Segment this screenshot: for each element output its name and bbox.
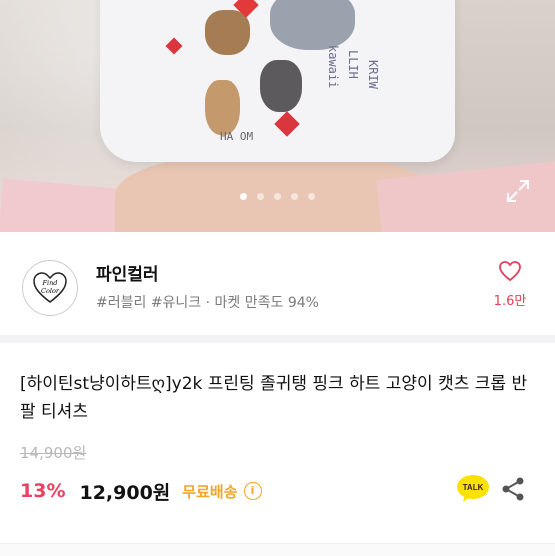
like-count: 1.6만 [493, 294, 527, 309]
print-heart-small [165, 37, 183, 55]
section-divider [0, 335, 555, 343]
carousel-indicator [0, 193, 555, 200]
heart-icon [499, 261, 521, 282]
carousel-dot-4[interactable] [291, 193, 298, 200]
info-icon[interactable]: i [243, 482, 262, 500]
store-logo[interactable]: Find Color [22, 260, 78, 316]
product-image-carousel[interactable]: kawaii LLIH KRIW HA OM [0, 0, 555, 232]
logo-text-line2: Color [41, 287, 60, 295]
carousel-dot-1[interactable] [240, 193, 247, 200]
sale-price: 12,900원 [79, 481, 171, 504]
price-row: 13% 12,900원 무료배송 i [20, 478, 262, 504]
carousel-dot-2[interactable] [257, 193, 264, 200]
print-text-3: KRIW [366, 60, 380, 89]
kakao-talk-button[interactable]: TALK [456, 474, 490, 504]
crop-tshirt-image: kawaii LLIH KRIW HA OM [100, 0, 455, 162]
logo-text-line1: Find [42, 279, 58, 287]
print-cat-gray [260, 60, 302, 112]
kakao-talk-icon: TALK [457, 475, 489, 502]
product-title: [하이틴st냥이하트ღ]y2k 프린팅 졸귀탱 핑크 하트 고양이 캣츠 크롭 … [20, 374, 528, 422]
carousel-dot-3[interactable] [274, 193, 281, 200]
carousel-dot-5[interactable] [308, 193, 315, 200]
print-text-2: LLIH [346, 50, 360, 79]
print-cat-brown [205, 10, 250, 55]
share-icon [502, 477, 524, 501]
bottom-edge [0, 543, 555, 556]
print-cat-large [270, 0, 355, 50]
store-tags: #러블리 #유니크 · 마켓 만족도 94% [96, 295, 319, 311]
print-cat-standing [205, 80, 240, 135]
print-text-1: kawaii [326, 45, 340, 89]
original-price: 14,900원 [20, 444, 87, 462]
print-text-4: HA OM [220, 130, 254, 143]
store-name[interactable]: 파인컬러 [96, 260, 159, 285]
kakao-talk-label: TALK [463, 483, 484, 492]
share-button[interactable] [501, 476, 525, 502]
print-heart-bottom [274, 111, 300, 137]
like-button[interactable]: 1.6만 [490, 260, 530, 309]
discount-rate: 13% [20, 480, 66, 502]
free-shipping-label: 무료배송 [182, 482, 238, 501]
expand-icon[interactable] [505, 178, 531, 204]
seller-section: Find Color 파인컬러 #러블리 #유니크 · 마켓 만족도 94% 1… [0, 242, 555, 334]
